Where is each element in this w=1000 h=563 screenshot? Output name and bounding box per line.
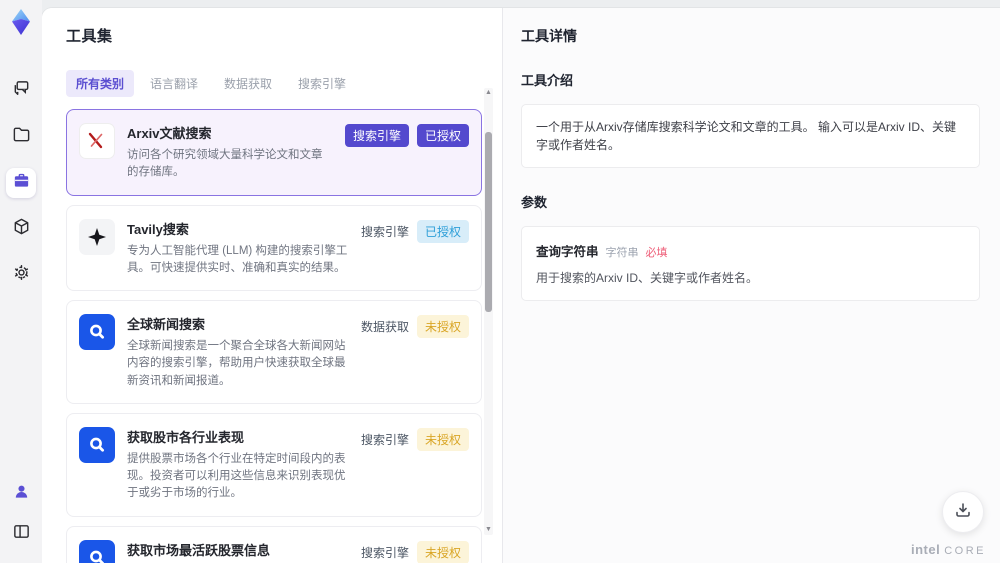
sidebar-item-collapse[interactable] [6, 519, 36, 549]
tool-detail-pane: 工具详情 工具介绍 一个用于从Arxiv存储库搜索科学论文和文章的工具。 输入可… [502, 8, 1000, 563]
tool-tags: 搜索引擎 已授权 [361, 219, 469, 278]
auth-status-badge: 已授权 [416, 124, 469, 147]
download-button[interactable] [942, 491, 984, 533]
user-icon [12, 482, 31, 506]
params-heading: 参数 [521, 195, 548, 210]
tool-card-body: 获取股市各行业表现提供股票市场各个行业在特定时间段内的表现。投资者可以利用这些信… [127, 427, 349, 503]
auth-status-badge: 未授权 [416, 540, 469, 563]
search-blue-icon [79, 426, 115, 463]
sidebar-item-toolbox[interactable] [6, 168, 36, 198]
detail-title: 工具详情 [521, 28, 577, 44]
intel-core-logo: intel CORE [910, 542, 986, 557]
param-required-badge: 必填 [645, 247, 668, 259]
sidebar-item-settings[interactable] [6, 260, 36, 290]
scrollbar-up-arrow[interactable]: ▲ [484, 88, 493, 98]
category-tabs: 所有类别 语言翻译 数据获取 搜索引擎 [66, 70, 502, 97]
tool-card-body: 获取市场最活跃股票信息提供当天交易量最高的股票列表。投资者可以利用这些信息来识别… [127, 540, 349, 563]
tavily-icon [79, 218, 115, 255]
category-tag: 数据获取 [360, 320, 409, 334]
tool-card-4[interactable]: 获取市场最活跃股票信息提供当天交易量最高的股票列表。投资者可以利用这些信息来识别… [66, 525, 482, 563]
sidebar-item-files[interactable] [6, 122, 36, 152]
list-scrollbar[interactable]: ▲ ▼ [484, 88, 493, 535]
tool-name: 获取股市各行业表现 [127, 429, 245, 445]
tool-desc: 专为人工智能代理 (LLM) 构建的搜索引擎工具。可快速提供实时、准确和真实的结… [127, 244, 348, 274]
tool-list-pane: 工具集 所有类别 语言翻译 数据获取 搜索引擎 Arxiv文献搜索 访问各个研究领域大量… [42, 8, 502, 563]
tool-desc: 全球新闻搜索是一个聚合全球各大新闻网站内容的搜索引擎，帮助用户快速获取全球最新资… [127, 340, 346, 387]
folder-icon [12, 125, 31, 149]
sidebar [0, 0, 42, 563]
search-blue-icon [79, 314, 115, 350]
param-type: 字符串 [605, 247, 639, 259]
tool-tags: 搜索引擎 已授权 [344, 123, 469, 182]
arxiv-icon [79, 123, 115, 159]
tool-card-3[interactable]: 获取股市各行业表现提供股票市场各个行业在特定时间段内的表现。投资者可以利用这些信… [66, 412, 482, 517]
tool-tags: 搜索引擎 未授权 [361, 427, 469, 503]
auth-status-badge: 已授权 [416, 219, 469, 243]
tool-card-1[interactable]: Tavily搜索专为人工智能代理 (LLM) 构建的搜索引擎工具。可快速提供实时… [66, 204, 482, 291]
tool-tags: 搜索引擎 未授权 [361, 540, 469, 563]
tool-name: Arxiv文献搜索 [127, 126, 212, 141]
tab-category-1[interactable]: 语言翻译 [140, 70, 208, 97]
scrollbar-down-arrow[interactable]: ▼ [484, 525, 493, 535]
sidebar-item-chat[interactable] [6, 76, 36, 106]
param-card: 查询字符串 字符串 必填 用于搜索的Arxiv ID、关键字或作者姓名。 [521, 226, 980, 301]
tool-card-body: 全球新闻搜索全球新闻搜索是一个聚合全球各大新闻网站内容的搜索引擎，帮助用户快速获… [127, 314, 349, 390]
sidebar-item-models[interactable] [6, 214, 36, 244]
sidebar-nav [6, 76, 36, 290]
download-icon [954, 501, 972, 524]
tool-card-2[interactable]: 全球新闻搜索全球新闻搜索是一个聚合全球各大新闻网站内容的搜索引擎，帮助用户快速获… [66, 300, 482, 404]
panel-icon [12, 522, 31, 546]
tool-card-0[interactable]: Arxiv文献搜索访问各个研究领域大量科学论文和文章的存储库。 搜索引擎 已授权 [66, 109, 482, 196]
param-desc: 用于搜索的Arxiv ID、关键字或作者姓名。 [536, 271, 759, 285]
gear-icon [12, 263, 31, 287]
cube-icon [12, 217, 31, 241]
tool-desc: 提供股票市场各个行业在特定时间段内的表现。投资者可以利用这些信息来识别表现优于或… [127, 452, 346, 500]
category-tag: 搜索引擎 [360, 545, 409, 560]
tab-category-2[interactable]: 数据获取 [214, 70, 282, 97]
briefcase-icon [12, 171, 31, 195]
category-tag: 搜索引擎 [344, 124, 409, 147]
search-blue-icon [79, 539, 115, 563]
main-content: 工具集 所有类别 语言翻译 数据获取 搜索引擎 Arxiv文献搜索 访问各个研究领域大量… [42, 8, 1000, 563]
category-tag: 搜索引擎 [360, 224, 409, 239]
category-tag: 搜索引擎 [360, 432, 409, 447]
auth-status-badge: 未授权 [416, 315, 469, 338]
tool-card-body: Tavily搜索专为人工智能代理 (LLM) 构建的搜索引擎工具。可快速提供实时… [127, 219, 349, 278]
intro-text: 一个用于从Arxiv存储库搜索科学论文和文章的工具。 输入可以是Arxiv ID… [521, 104, 980, 168]
app-window: 工具集 所有类别 语言翻译 数据获取 搜索引擎 Arxiv文献搜索 访问各个研究领域大量… [0, 0, 1000, 563]
page-title: 工具集 [66, 28, 113, 45]
intro-heading: 工具介绍 [521, 73, 574, 88]
tool-tags: 数据获取 未授权 [361, 314, 469, 390]
tool-card-body: Arxiv文献搜索访问各个研究领域大量科学论文和文章的存储库。 [127, 123, 333, 182]
tool-desc: 访问各个研究领域大量科学论文和文章的存储库。 [127, 149, 323, 179]
tool-name: 获取市场最活跃股票信息 [127, 542, 271, 558]
scrollbar-thumb[interactable] [485, 132, 492, 312]
app-logo-icon [7, 8, 35, 36]
tab-category-3[interactable]: 搜索引擎 [288, 70, 356, 97]
tool-list: Arxiv文献搜索 访问各个研究领域大量科学论文和文章的存储库。 搜索引擎 已授权 Ta… [66, 109, 482, 563]
sidebar-item-profile[interactable] [6, 479, 36, 509]
tool-name: 全球新闻搜索 [127, 317, 206, 332]
chat-icon [12, 79, 31, 103]
auth-status-badge: 未授权 [416, 427, 469, 451]
tool-name: Tavily搜索 [127, 221, 189, 237]
param-name: 查询字符串 [536, 245, 599, 259]
tab-category-0[interactable]: 所有类别 [66, 70, 135, 97]
